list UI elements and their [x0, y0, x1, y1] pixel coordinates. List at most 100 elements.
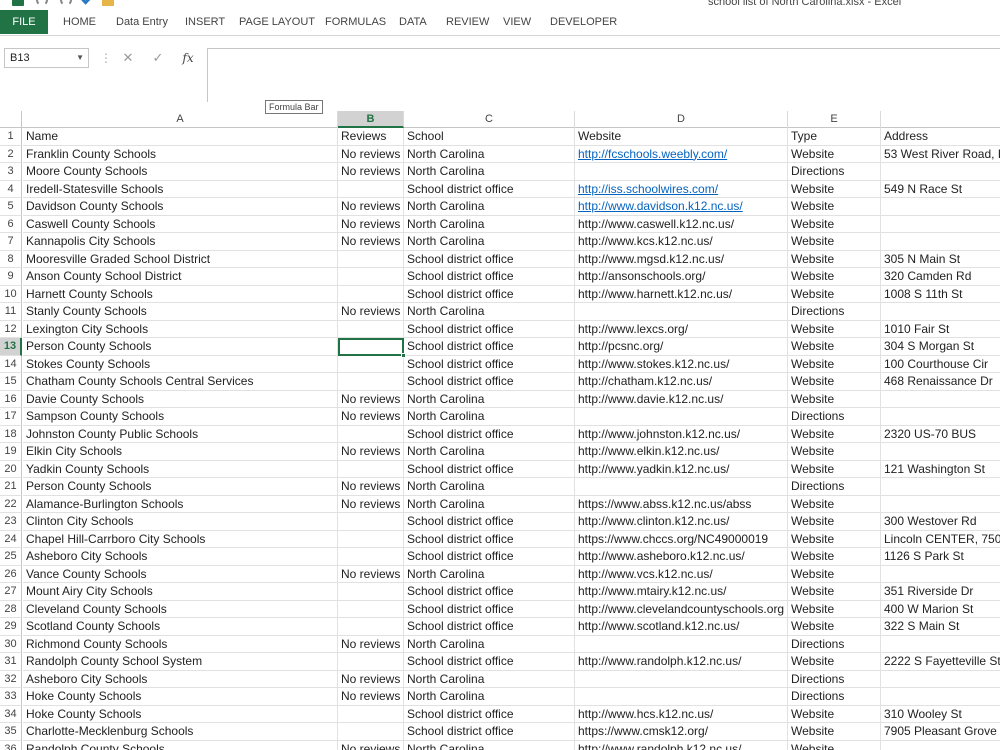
grid-cell[interactable]: Website: [788, 145, 881, 163]
save-icon[interactable]: [12, 0, 24, 6]
grid-cell[interactable]: No reviews: [338, 163, 404, 181]
grid-cell[interactable]: Hoke County Schools: [23, 688, 338, 706]
grid-cell[interactable]: Lincoln CENTER, 750 S: [881, 531, 1000, 548]
grid-cell[interactable]: Website: [788, 723, 881, 741]
grid-cell[interactable]: [881, 391, 1000, 408]
grid-cell[interactable]: 2320 US-70 BUS: [881, 426, 1000, 443]
row-header[interactable]: 21: [0, 478, 22, 496]
grid-cell[interactable]: http://ansonschools.org/: [575, 268, 788, 286]
grid-cell[interactable]: Mount Airy City Schools: [23, 583, 338, 601]
grid-cell[interactable]: North Carolina: [404, 478, 575, 496]
row-header[interactable]: 32: [0, 670, 22, 688]
tab-review[interactable]: REVIEW: [446, 10, 489, 34]
row-header[interactable]: 3: [0, 163, 22, 181]
grid-cell[interactable]: http://www.mtairy.k12.nc.us/: [575, 583, 788, 601]
grid-cell[interactable]: North Carolina: [404, 215, 575, 233]
grid-cell[interactable]: School district office: [404, 583, 575, 601]
grid-cell[interactable]: http://www.elkin.k12.nc.us/: [575, 443, 788, 461]
grid-cell[interactable]: Kannapolis City Schools: [23, 233, 338, 251]
grid-cell[interactable]: http://www.stokes.k12.nc.us/: [575, 355, 788, 373]
grid-cell[interactable]: [575, 478, 788, 496]
grid-cell[interactable]: Website: [788, 215, 881, 233]
column-header-d[interactable]: D: [575, 111, 788, 128]
grid-cell[interactable]: [881, 443, 1000, 461]
grid-cell[interactable]: Website: [788, 513, 881, 531]
tab-view[interactable]: VIEW: [503, 10, 531, 34]
grid-cell[interactable]: https://www.cmsk12.org/: [575, 723, 788, 741]
grid-cell[interactable]: Website: [788, 583, 881, 601]
grid-cell[interactable]: Website: [575, 128, 788, 146]
grid-cell[interactable]: No reviews: [338, 390, 404, 408]
grid-cell[interactable]: Scotland County Schools: [23, 618, 338, 636]
grid-cell[interactable]: Caswell County Schools: [23, 215, 338, 233]
tab-home[interactable]: HOME: [63, 10, 96, 34]
grid-cell[interactable]: [338, 548, 404, 566]
grid-cell[interactable]: Website: [788, 355, 881, 373]
grid-cell[interactable]: [575, 670, 788, 688]
undo-icon[interactable]: [36, 0, 48, 6]
grid-cell[interactable]: Directions: [788, 408, 881, 426]
grid-cell[interactable]: Franklin County Schools: [23, 145, 338, 163]
grid-cell[interactable]: North Carolina: [404, 495, 575, 513]
grid-cell[interactable]: [575, 635, 788, 653]
grid-cell[interactable]: [575, 303, 788, 321]
grid-cell[interactable]: Website: [788, 530, 881, 548]
row-header[interactable]: 25: [0, 548, 22, 566]
grid-cell[interactable]: [881, 741, 1000, 750]
grid-cell[interactable]: http://www.harnett.k12.nc.us/: [575, 285, 788, 303]
grid-cell[interactable]: http://www.randolph.k12.nc.us/: [575, 740, 788, 750]
grid-cell[interactable]: School district office: [404, 425, 575, 443]
grid-cell[interactable]: North Carolina: [404, 408, 575, 426]
grid-cell[interactable]: [881, 636, 1000, 653]
grid-cell[interactable]: North Carolina: [404, 303, 575, 321]
grid-cell[interactable]: Website: [788, 250, 881, 268]
grid-cell[interactable]: No reviews: [338, 145, 404, 163]
grid-cell[interactable]: [338, 250, 404, 268]
row-header[interactable]: 28: [0, 600, 22, 618]
grid-cell[interactable]: Website: [788, 548, 881, 566]
grid-cell[interactable]: [338, 180, 404, 198]
row-header[interactable]: 34: [0, 705, 22, 723]
grid-cell[interactable]: Stanly County Schools: [23, 303, 338, 321]
grid-cell[interactable]: [881, 198, 1000, 216]
grid-cell[interactable]: http://iss.schoolwires.com/: [575, 180, 788, 198]
grid-cell[interactable]: School district office: [404, 600, 575, 618]
grid-cell[interactable]: http://www.clevelandcountyschools.org: [575, 600, 788, 618]
grid-cell[interactable]: Yadkin County Schools: [23, 460, 338, 478]
row-header[interactable]: 31: [0, 653, 22, 671]
grid-cell[interactable]: Name: [23, 128, 338, 146]
row-header[interactable]: 35: [0, 723, 22, 741]
grid-cell[interactable]: http://www.clinton.k12.nc.us/: [575, 513, 788, 531]
worksheet-grid[interactable]: A B C D E 1 Name Reviews School Website Type A…: [0, 111, 1000, 750]
row-header[interactable]: 29: [0, 618, 22, 636]
grid-cell[interactable]: 1126 S Park St: [881, 548, 1000, 566]
grid-cell[interactable]: North Carolina: [404, 233, 575, 251]
grid-cell[interactable]: [338, 425, 404, 443]
grid-cell[interactable]: No reviews: [338, 408, 404, 426]
redo-icon[interactable]: [60, 0, 72, 6]
grid-cell[interactable]: http://www.kcs.k12.nc.us/: [575, 233, 788, 251]
grid-cell[interactable]: No reviews: [338, 198, 404, 216]
grid-cell[interactable]: https://www.abss.k12.nc.us/abss: [575, 495, 788, 513]
grid-cell[interactable]: North Carolina: [404, 670, 575, 688]
grid-cell[interactable]: Randolph County Schools: [23, 740, 338, 750]
grid-cell[interactable]: Clinton City Schools: [23, 513, 338, 531]
row-header[interactable]: 5: [0, 198, 22, 216]
grid-cell[interactable]: Chatham County Schools Central Services: [23, 373, 338, 391]
grid-cell[interactable]: North Carolina: [404, 145, 575, 163]
grid-cell[interactable]: Richmond County Schools: [23, 635, 338, 653]
grid-cell[interactable]: Iredell-Statesville Schools: [23, 180, 338, 198]
grid-cell[interactable]: Stokes County Schools: [23, 355, 338, 373]
row-header[interactable]: 12: [0, 320, 22, 338]
grid-cell[interactable]: [338, 583, 404, 601]
grid-cell[interactable]: Website: [788, 180, 881, 198]
tab-data[interactable]: DATA: [399, 10, 427, 34]
grid-cell[interactable]: North Carolina: [404, 390, 575, 408]
grid-cell[interactable]: Website: [788, 653, 881, 671]
formula-input[interactable]: [207, 48, 1000, 102]
grid-cell[interactable]: Johnston County Public Schools: [23, 425, 338, 443]
grid-cell[interactable]: No reviews: [338, 635, 404, 653]
grid-cell[interactable]: School district office: [404, 250, 575, 268]
grid-cell[interactable]: Website: [788, 373, 881, 391]
column-header-b[interactable]: B: [338, 111, 404, 128]
